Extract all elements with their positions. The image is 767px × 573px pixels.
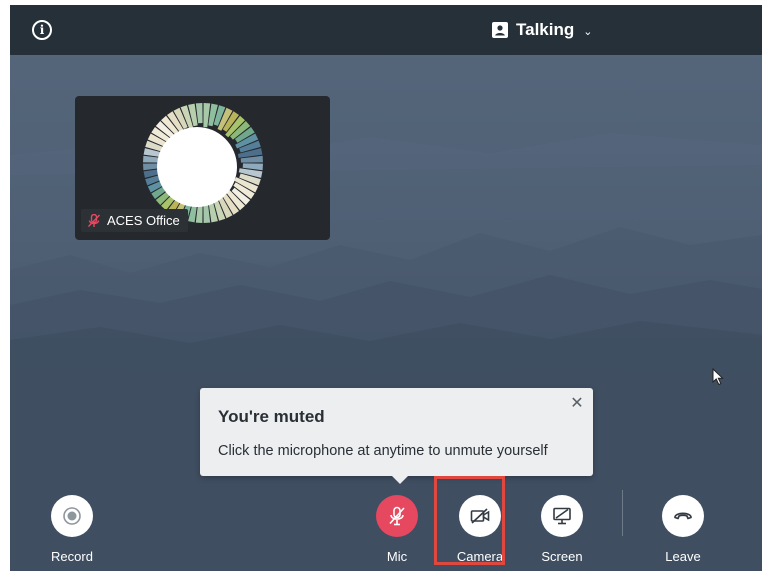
screen-share-button[interactable]: Screen [532,495,592,565]
top-bar: i Talking ⌄ [10,5,762,55]
screen-label: Screen [541,549,583,564]
muted-tooltip: You're muted Click the microphone at any… [200,388,593,484]
leave-button-circle [662,495,704,537]
screen-share-off-icon [553,507,571,525]
screen-button-circle [541,495,583,537]
mic-label: Mic [386,549,408,564]
view-mode-label: Talking [516,20,575,39]
info-icon[interactable]: i [32,20,52,40]
tooltip-title: You're muted [218,407,325,426]
close-icon[interactable]: ✕ [569,396,585,412]
participant-name: ACES Office [107,213,180,228]
leave-button[interactable]: Leave [653,495,713,565]
mouse-cursor-icon [712,368,724,386]
mic-button[interactable]: Mic [367,495,427,565]
camera-off-icon [470,508,490,524]
avatar-center [157,127,237,207]
leave-label: Leave [665,549,701,564]
hang-up-icon [674,512,692,520]
mic-off-icon [389,506,405,526]
camera-label: Camera [456,549,504,564]
aces-office-avatar [143,103,263,223]
record-label: Record [51,549,93,564]
control-divider [622,490,623,536]
call-window: i Talking ⌄ ACES Office You're muted Cli… [10,5,762,571]
person-frame-icon [492,22,508,38]
tooltip-body: Click the microphone at anytime to unmut… [218,443,548,459]
record-button-circle [51,495,93,537]
mountain-background [10,133,762,571]
participant-name-tag: ACES Office [81,209,188,232]
camera-button-circle [459,495,501,537]
view-mode-dropdown[interactable]: Talking ⌄ [492,19,592,41]
participant-tile[interactable]: ACES Office [75,96,330,240]
camera-button[interactable]: Camera [450,495,510,565]
chevron-down-icon: ⌄ [583,25,593,38]
record-icon [63,507,81,525]
mic-button-circle [376,495,418,537]
record-button[interactable]: Record [42,495,102,565]
mic-off-icon [87,213,101,227]
